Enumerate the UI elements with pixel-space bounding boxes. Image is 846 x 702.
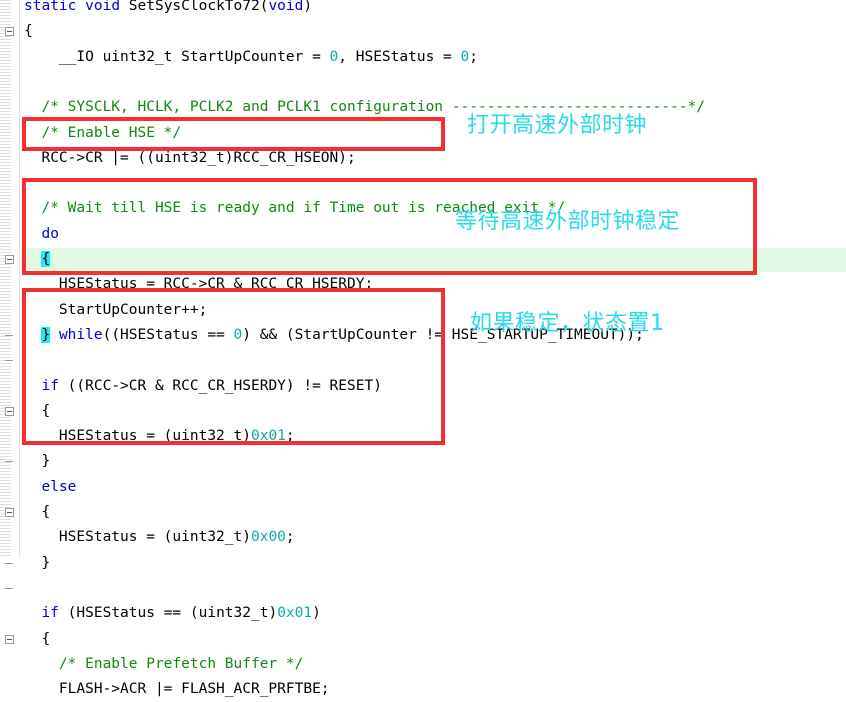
code-token-plain: HSEStatus = (uint32_t) [24,428,251,445]
code-token-kw: if [41,605,59,622]
code-token-kw: void [85,0,121,14]
code-token-plain: ; [285,428,295,445]
fold-toggle-icon[interactable] [5,634,14,644]
code-line[interactable]: if (HSEStatus == (uint32_t)0x01) [24,601,321,626]
code-line[interactable]: { [24,19,33,44]
code-line[interactable]: { [24,247,51,272]
code-line[interactable]: } [24,449,50,474]
note-status-set-one: 如果稳定，状态置1 [470,311,665,336]
code-token-kw: while [58,326,103,343]
code-token-brace-hl: { [41,251,51,267]
fold-tick-icon [5,587,13,589]
code-token-plain: ) [312,605,321,622]
code-line[interactable]: StartUpCounter++; [24,298,207,323]
code-token-brace-hl: } [41,326,51,343]
code-line[interactable]: do [24,222,59,247]
code-token-plain: } [24,453,51,470]
code-editor[interactable]: static void SetSysClockTo72(void) { __IO … [0,0,846,697]
fold-tick-icon [5,562,13,564]
code-token-num: 0x00 [250,529,286,546]
code-line[interactable]: { [24,399,50,424]
code-token-num: 0 [460,48,470,65]
code-token-num: 0 [233,326,243,343]
code-token-plain: ((HSEStatus == [102,326,234,343]
code-line[interactable]: { [24,627,50,652]
code-token-kw: void [268,0,304,14]
code-token-plain: { [24,23,33,40]
code-line[interactable]: RCC->CR |= ((uint32_t)RCC_CR_HSEON); [24,146,356,171]
code-line[interactable]: __IO uint32_t StartUpCounter = 0, HSESta… [24,45,478,70]
code-token-plain: , HSEStatus = [338,48,461,65]
code-token-plain: (HSEStatus == (uint32_t) [58,605,278,622]
code-token-kw: static [24,0,77,14]
code-token-plain: { [24,504,51,520]
code-token-plain: FLASH->ACR |= FLASH_ACR_PRFTBE; [24,681,330,698]
code-line[interactable]: else [24,475,76,500]
code-line[interactable]: HSEStatus = (uint32_t)0x00; [24,525,295,550]
note-wait-hse-stable: 等待高速外部时钟稳定 [455,209,681,234]
code-token-plain: __IO uint32_t StartUpCounter = [24,48,330,65]
code-line[interactable]: HSEStatus = (uint32_t)0x01; [24,424,295,449]
code-token-plain: ((RCC->CR & RCC_CR_HSERDY) != RESET) [58,377,382,394]
code-token-kw: do [41,225,59,242]
code-text-layer[interactable]: static void SetSysClockTo72(void) { __IO … [0,0,846,697]
code-token-plain: { [24,630,51,647]
code-token-cmt: /* Enable HSE */ [24,124,182,141]
code-token-plain: HSEStatus = RCC->CR & RCC_CR_HSERDY; [24,276,374,293]
code-line[interactable]: /* Enable Prefetch Buffer */ [24,652,303,677]
code-token-num: 0 [329,48,339,65]
code-token-plain: { [24,402,51,419]
code-token-plain: StartUpCounter++; [24,301,208,318]
code-line[interactable]: FLASH->ACR |= FLASH_ACR_PRFTBE; [24,677,330,702]
code-line[interactable]: /* Enable HSE */ [24,121,181,146]
code-token-plain: HSEStatus = (uint32_t) [24,529,251,546]
code-token-kw: else [41,478,77,495]
code-token-kw: if [41,377,59,394]
note-enable-hse: 打开高速外部时钟 [467,113,648,138]
code-token-num: 0x01 [250,428,286,445]
code-token-plain: RCC->CR |= ((uint32_t)RCC_CR_HSEON); [24,149,356,166]
code-token-plain: ) [303,0,313,14]
code-token-cmt: /* Enable Prefetch Buffer */ [24,655,304,672]
code-token-num: 0x01 [277,605,313,622]
code-line[interactable]: HSEStatus = RCC->CR & RCC_CR_HSERDY; [24,272,373,297]
code-token-plain: ; [469,48,478,65]
code-token-plain: ; [285,529,295,546]
code-line[interactable]: } [24,551,50,576]
code-token-plain: SetSysClockTo72( [120,0,269,14]
code-line[interactable]: if ((RCC->CR & RCC_CR_HSERDY) != RESET) [24,374,382,399]
code-line[interactable]: static void SetSysClockTo72(void) [24,0,312,19]
code-line[interactable]: { [24,500,50,525]
